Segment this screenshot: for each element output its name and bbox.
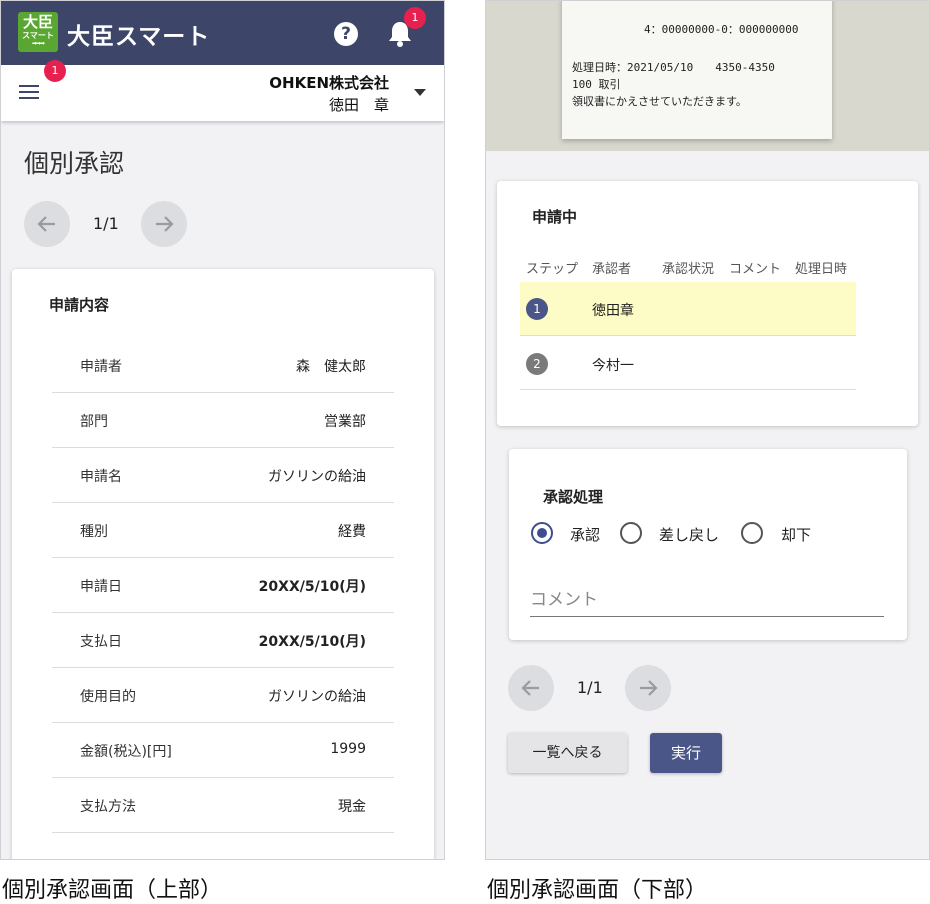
detail-label: 支払方法	[80, 799, 136, 815]
step-badge: 1	[526, 298, 548, 320]
table-row	[520, 282, 856, 336]
execute-button[interactable]: 実行	[650, 733, 722, 773]
screen-top: 大臣 スマート ➡➡➡ 大臣スマート ? 1 OHKEN株式会社 徳田 章 1 …	[0, 0, 445, 860]
arrow-right-icon	[640, 680, 658, 696]
detail-value: ガソリンの給油	[268, 469, 366, 485]
receipt-line: 領収書にかえさせていただきます。	[572, 95, 747, 108]
menu-icon[interactable]	[19, 85, 39, 100]
detail-row: 申請者 森 健太郎	[52, 338, 394, 393]
column-header: 承認状況	[662, 262, 715, 277]
detail-row: 申請日 20XX/5/10(月)	[52, 558, 394, 613]
detail-card-title: 申請内容	[49, 296, 110, 314]
approver-name: 今村一	[592, 358, 634, 374]
user-name: 徳田 章	[328, 96, 389, 114]
detail-value: 20XX/5/10(月)	[258, 579, 366, 595]
notification-badge: 1	[404, 7, 426, 29]
receipt-photo: 4：00000000-0：000000000 処理日時：2021/05/10 4…	[486, 1, 929, 151]
detail-value: 20XX/5/10(月)	[258, 634, 366, 650]
detail-row: 部門 営業部	[52, 393, 394, 448]
caption-bottom: 個別承認画面（下部）	[487, 878, 708, 903]
pager-text: 1/1	[93, 214, 119, 233]
comment-input[interactable]	[530, 583, 884, 617]
radio-label: 差し戻し	[659, 526, 720, 544]
column-header: 承認者	[592, 262, 632, 277]
step-badge: 2	[526, 353, 548, 375]
status-card-title: 申請中	[532, 208, 578, 226]
detail-label: 使用目的	[80, 689, 136, 705]
radio-label: 承認	[570, 526, 601, 544]
arrow-left-icon	[521, 680, 539, 696]
detail-row: 使用目的 ガソリンの給油	[52, 668, 394, 723]
detail-label: 金額(税込)[円]	[80, 744, 172, 760]
column-header: ステップ	[526, 262, 579, 277]
app-header: 大臣 スマート ➡➡➡ 大臣スマート ? 1	[1, 1, 444, 65]
detail-value: 森 健太郎	[296, 359, 366, 375]
column-header: 処理日時	[795, 262, 848, 277]
radio-reject[interactable]	[741, 522, 763, 544]
receipt-line: 100 取引	[572, 78, 621, 91]
approver-name: 徳田章	[592, 303, 634, 319]
radio-approve[interactable]	[531, 522, 553, 544]
detail-label: 申請名	[80, 469, 122, 485]
detail-value: ガソリンの給油	[268, 689, 366, 705]
help-icon[interactable]: ?	[334, 22, 358, 46]
detail-value: 営業部	[324, 414, 366, 430]
page-title: 個別承認	[24, 149, 125, 178]
detail-label: 申請者	[80, 359, 122, 375]
next-button[interactable]	[625, 665, 671, 711]
detail-row: 支払方法 現金	[52, 778, 394, 833]
chevron-down-icon[interactable]	[414, 89, 426, 96]
detail-value: 1999	[330, 741, 366, 757]
arrow-right-icon	[156, 216, 174, 232]
radio-sendback[interactable]	[620, 522, 642, 544]
detail-row: 申請名 ガソリンの給油	[52, 448, 394, 503]
detail-label: 部門	[80, 414, 108, 430]
detail-value: 経費	[338, 524, 366, 540]
arrow-left-icon	[37, 216, 55, 232]
column-header: コメント	[729, 262, 782, 277]
approve-card-title: 承認処理	[543, 488, 604, 506]
detail-row: 種別 経費	[52, 503, 394, 558]
app-title: 大臣スマート	[67, 24, 211, 50]
pager-text: 1/1	[577, 678, 603, 697]
screen-bottom: 4：00000000-0：000000000 処理日時：2021/05/10 4…	[485, 0, 930, 860]
radio-label: 却下	[781, 526, 812, 544]
company-name: OHKEN株式会社	[269, 74, 389, 92]
table-row	[520, 336, 856, 390]
menu-badge: 1	[44, 60, 66, 82]
detail-label: 申請日	[80, 579, 122, 595]
detail-card: 申請内容 申請者 森 健太郎 部門 営業部 申請名 ガソリンの給油 種別 経費 …	[12, 269, 434, 859]
detail-row: 金額(税込)[円] 1999	[52, 723, 394, 778]
receipt-line: 4：00000000-0：000000000	[644, 23, 799, 36]
caption-top: 個別承認画面（上部）	[2, 878, 223, 903]
detail-label: 種別	[80, 524, 108, 540]
next-button[interactable]	[141, 201, 187, 247]
app-logo: 大臣 スマート ➡➡➡	[18, 12, 58, 52]
receipt-image: 4：00000000-0：000000000 処理日時：2021/05/10 4…	[562, 1, 832, 139]
back-to-list-button[interactable]: 一覧へ戻る	[508, 733, 627, 773]
account-bar: OHKEN株式会社 徳田 章	[1, 65, 444, 121]
detail-value: 現金	[338, 799, 366, 815]
prev-button[interactable]	[24, 201, 70, 247]
detail-row: 支払日 20XX/5/10(月)	[52, 613, 394, 668]
receipt-line: 処理日時：2021/05/10 4350-4350	[572, 61, 775, 74]
prev-button[interactable]	[508, 665, 554, 711]
detail-label: 支払日	[80, 634, 122, 650]
